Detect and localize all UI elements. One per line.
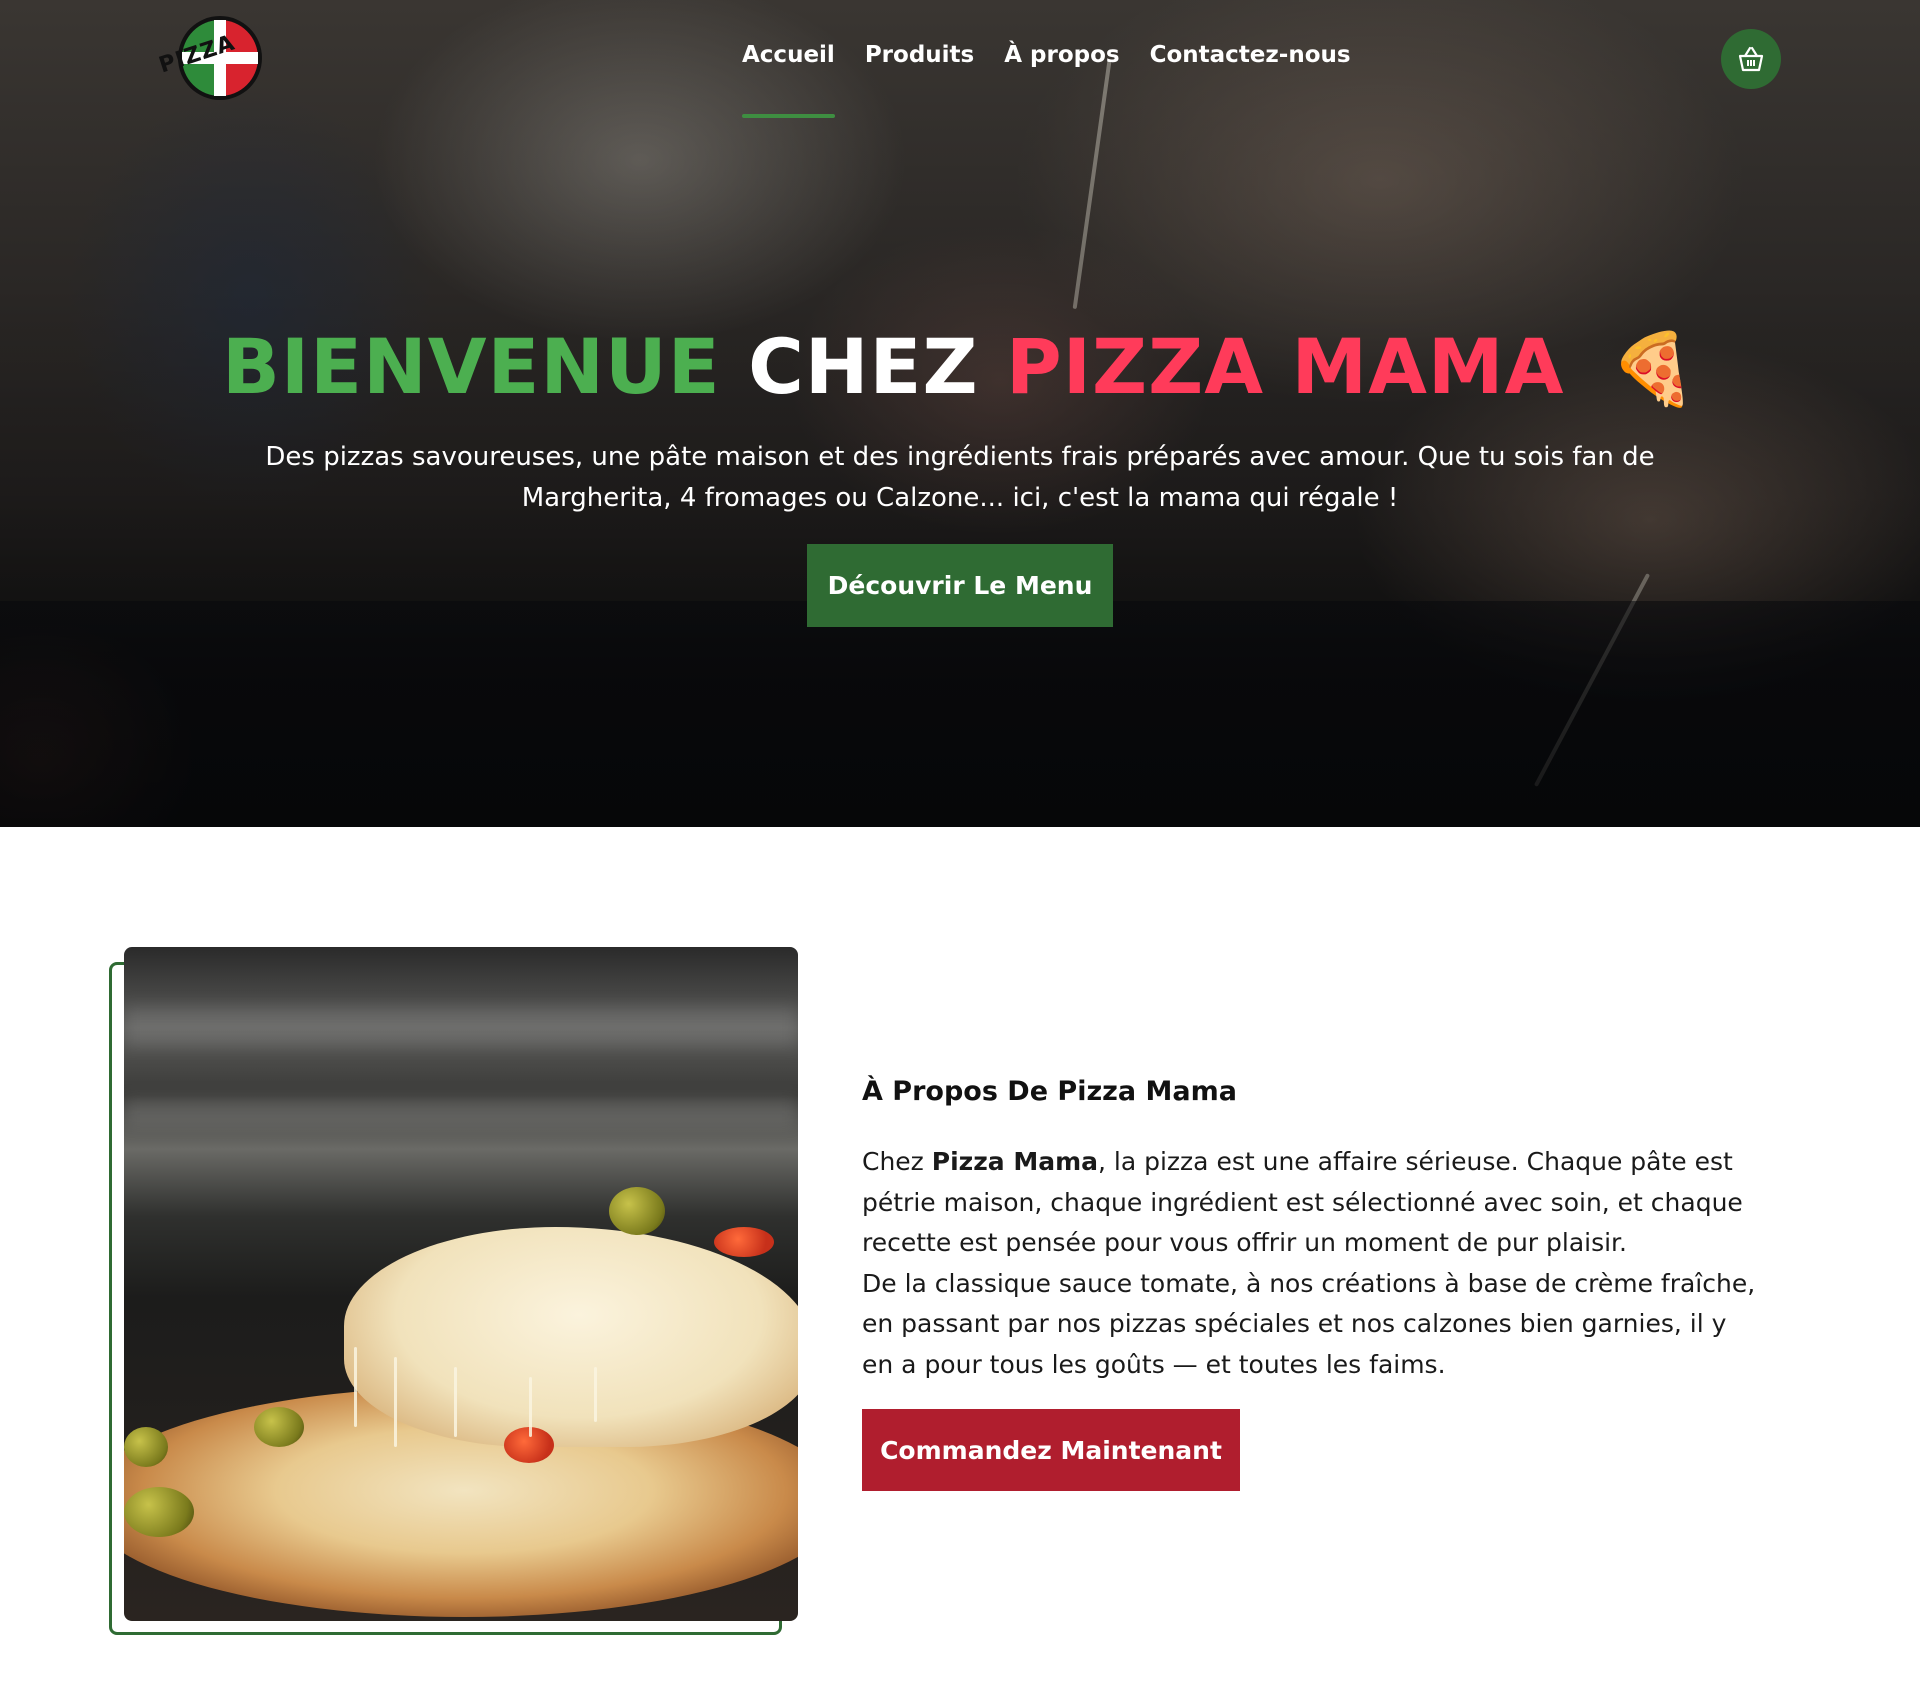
hero-subtitle: Des pizzas savoureuses, une pâte maison … [265, 442, 1655, 513]
pizza-photo [124, 947, 798, 1621]
olive [609, 1187, 665, 1235]
cheese-string [354, 1347, 357, 1427]
discover-menu-button[interactable]: Découvrir Le Menu [807, 544, 1113, 627]
hero-title-chez: CHEZ [748, 322, 979, 411]
hero-title-pizza-mama: PIZZA MAMA [1006, 322, 1565, 411]
about-brand-name: Pizza Mama [931, 1147, 1099, 1176]
cheese-string [394, 1357, 397, 1447]
about-text: Chez Pizza Mama, la pizza est une affair… [862, 1142, 1762, 1385]
main-nav: Accueil Produits À propos Contactez-nous [742, 42, 1351, 118]
olive [124, 1427, 168, 1467]
hero-section [0, 0, 1920, 827]
cheese-string [454, 1367, 457, 1437]
nav-item-produits[interactable]: Produits [865, 42, 974, 68]
cart-button[interactable] [1721, 29, 1781, 89]
about-title: À Propos De Pizza Mama [862, 1076, 1237, 1107]
photo-background-blur [124, 1007, 798, 1047]
olive [254, 1407, 304, 1447]
nav-item-accueil[interactable]: Accueil [742, 42, 835, 118]
tomato [714, 1227, 774, 1257]
basket-icon [1738, 46, 1764, 72]
logo[interactable]: PIZZA [156, 12, 268, 106]
order-now-button[interactable]: Commandez Maintenant [862, 1409, 1240, 1491]
pizza-slice [344, 1227, 798, 1447]
hero-title: BIENVENUE CHEZ PIZZA MAMA 🍕 [0, 322, 1920, 411]
about-text-lead: Chez [862, 1147, 932, 1176]
cheese-string [594, 1367, 597, 1422]
nav-item-contact[interactable]: Contactez-nous [1150, 42, 1351, 68]
about-paragraph-2: De la classique sauce tomate, à nos créa… [862, 1268, 1756, 1379]
hero-overlay [0, 0, 1920, 827]
photo-background-blur [124, 1097, 798, 1127]
hero-title-bienvenue: BIENVENUE [221, 322, 721, 411]
cheese-string [529, 1377, 532, 1437]
pizza-icon: 🍕 [1609, 328, 1699, 410]
about-paragraph-1: Chez Pizza Mama, la pizza est une affair… [862, 1142, 1762, 1264]
olive [124, 1487, 194, 1537]
nav-item-a-propos[interactable]: À propos [1004, 42, 1119, 68]
